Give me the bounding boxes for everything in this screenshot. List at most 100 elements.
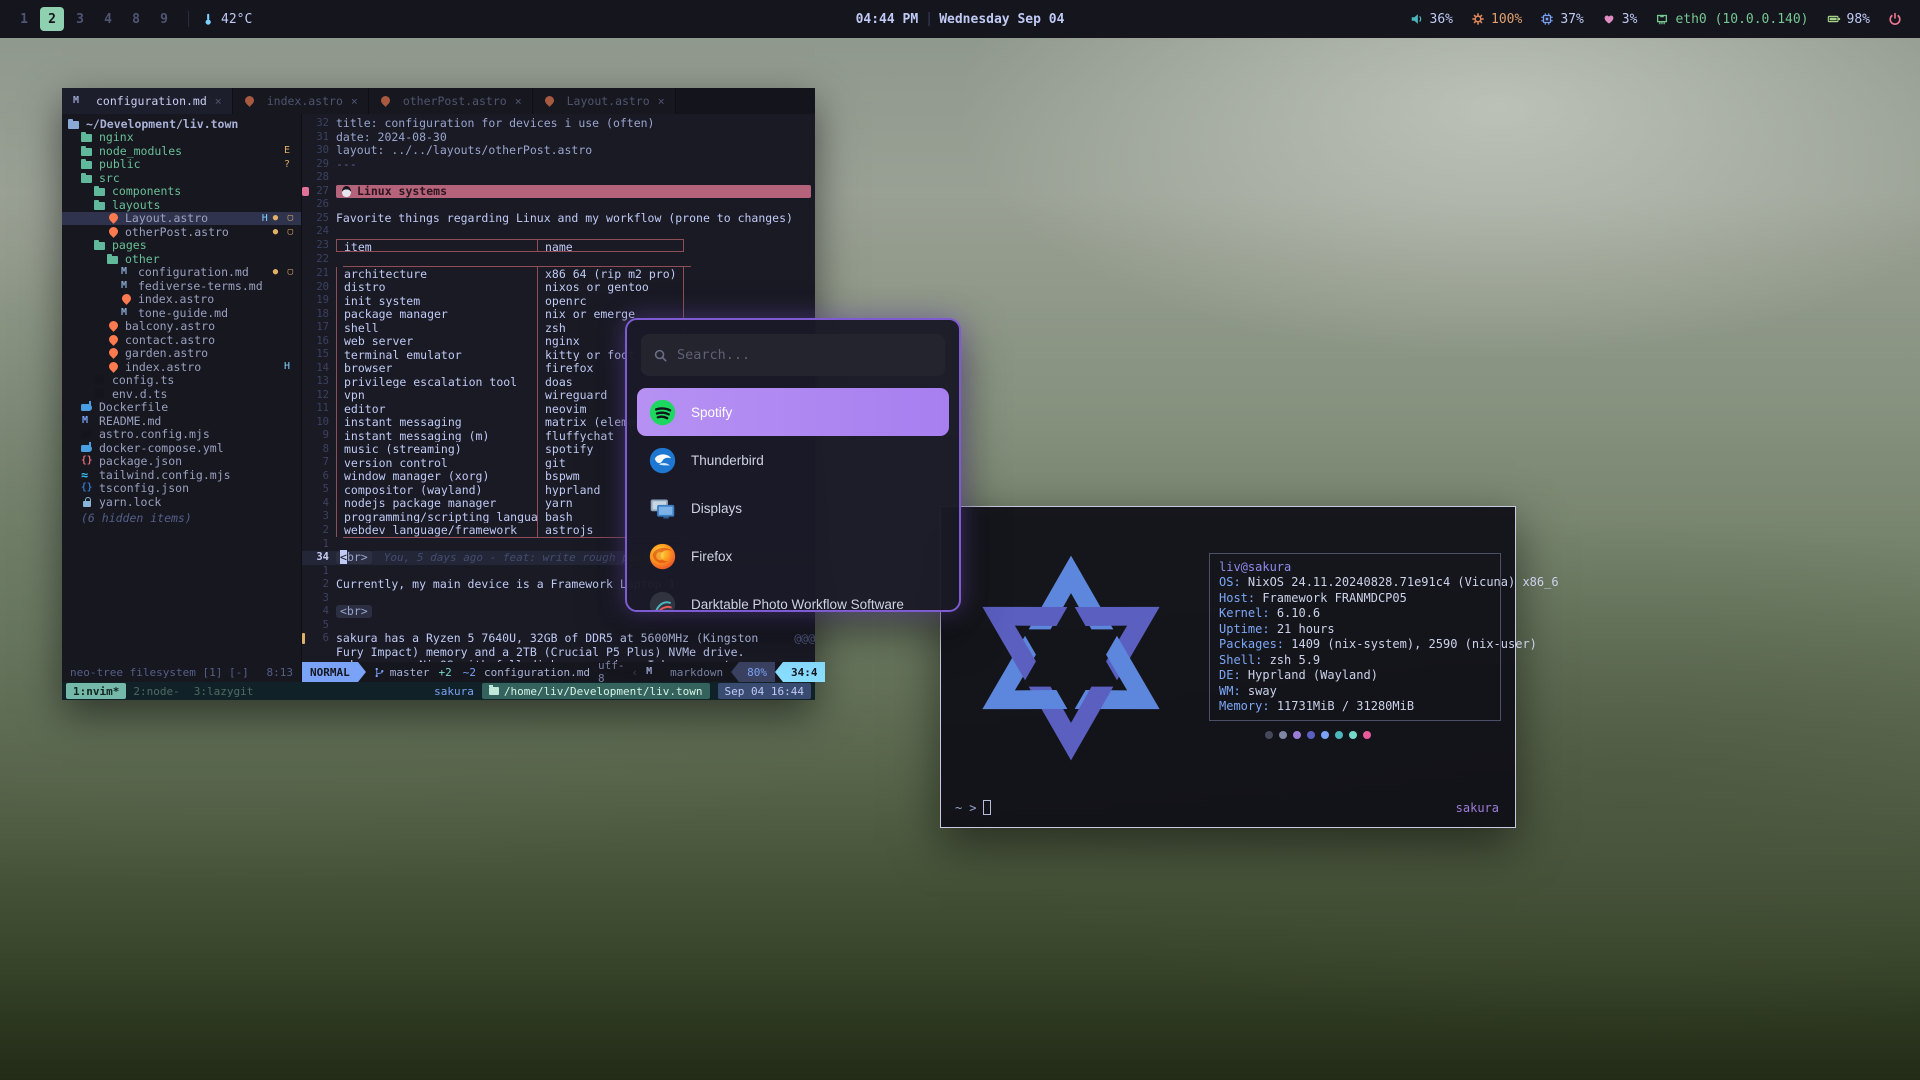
buffer-tab[interactable]: Layout.astro × [533, 88, 676, 114]
table-row: 19 init system openrc [302, 294, 815, 308]
tmux-window-tab[interactable]: 1:nvim* [66, 683, 126, 699]
tree-item[interactable]: docker-compose.yml [62, 441, 301, 455]
git-status-dots: ● ▢ [273, 213, 295, 223]
table-cell-item: webdev language/framework [337, 523, 537, 537]
bar-module[interactable]: eth0 (10.0.0.140) [1655, 12, 1808, 27]
tree-item[interactable]: public ? [62, 158, 301, 172]
launcher-item[interactable]: Darktable Photo Workflow Software [637, 580, 949, 612]
editor-line: 30 layout: ../../layouts/otherPost.astro [302, 144, 815, 158]
launcher-item[interactable]: Spotify [637, 388, 949, 436]
palette-dot [1349, 731, 1357, 739]
tree-item[interactable]: configuration.md ● ▢ [62, 266, 301, 280]
table-cell-item: window manager (xorg) [337, 469, 537, 483]
tree-item[interactable]: otherPost.astro ● ▢ [62, 225, 301, 239]
tree-item[interactable]: other [62, 252, 301, 266]
buffer-tab[interactable]: index.astro × [233, 88, 369, 114]
fetch-output: liv@sakura OSNixOS 24.11.20240828.71e91c… [1209, 553, 1501, 739]
tree-item[interactable]: astro.config.mjs [62, 428, 301, 442]
bar-module[interactable] [1888, 12, 1908, 26]
tree-item[interactable]: Layout.astro H ● ▢ [62, 212, 301, 226]
neotree-panel[interactable]: ~/Development/liv.town nginx node_module… [62, 114, 302, 662]
workspace-button[interactable]: 3 [68, 7, 92, 31]
git-added-count: +2 [439, 666, 452, 679]
tree-item[interactable]: contact.astro [62, 333, 301, 347]
tree-item[interactable]: index.astro [62, 293, 301, 307]
launcher-item[interactable]: Displays [637, 484, 949, 532]
table-cell-item: vpn [337, 388, 537, 402]
file-icon [94, 185, 107, 197]
tmux-path-segment: /home/liv/Development/liv.town [482, 683, 710, 699]
table-col-item: item [337, 240, 537, 252]
table-cell-item: music (streaming) [337, 442, 537, 456]
bar-module[interactable]: 98% [1827, 12, 1870, 27]
file-icon [107, 361, 120, 373]
table-cell-item: compositor (wayland) [337, 483, 537, 497]
buffer-tab[interactable]: configuration.md × [62, 88, 233, 114]
workspace-button[interactable]: 8 [124, 7, 148, 31]
bar-module[interactable]: 100% [1471, 12, 1522, 27]
tree-item[interactable]: README.md [62, 414, 301, 428]
git-branch-icon [374, 667, 385, 678]
tree-item[interactable]: package.json [62, 455, 301, 469]
tree-item[interactable]: yarn.lock [62, 495, 301, 509]
workspace-button[interactable]: 1 [12, 7, 36, 31]
thermometer-icon [201, 12, 215, 26]
launcher-item[interactable]: Thunderbird [637, 436, 949, 484]
tab-label: Layout.astro [567, 94, 650, 108]
tree-item[interactable]: components [62, 185, 301, 199]
table-cell-item: architecture [337, 267, 537, 281]
neotree-cursor-pos: 8:13 [267, 666, 294, 679]
tree-item[interactable]: Dockerfile [62, 401, 301, 415]
tree-item[interactable]: garden.astro [62, 347, 301, 361]
editor-line: 6 sakura has a Ryzen 5 7640U, 32GB of DD… [302, 632, 815, 662]
table-cell-item: terminal emulator [337, 348, 537, 362]
heading-sign-icon [302, 185, 310, 196]
launcher-item[interactable]: Firefox [637, 532, 949, 580]
file-icon [94, 388, 107, 400]
hidden-items-note: (6 hidden items) [62, 511, 301, 525]
tree-item[interactable]: balcony.astro [62, 320, 301, 334]
tree-item[interactable]: env.d.ts [62, 387, 301, 401]
file-icon [81, 442, 94, 454]
app-launcher[interactable]: Spotify Thunderbird Displays Fir [625, 318, 961, 612]
powerline-arrow [358, 662, 366, 682]
bar-module[interactable]: 36% [1410, 12, 1453, 27]
search-input[interactable] [677, 347, 933, 363]
tree-item[interactable]: index.astro H [62, 360, 301, 374]
fetch-info-line: Shellzsh 5.9 [1219, 653, 1491, 669]
module-icon [1888, 12, 1902, 26]
tree-item[interactable]: ~/Development/liv.town [62, 117, 301, 131]
buffer-tab[interactable]: otherPost.astro × [369, 88, 533, 114]
tmux-window-tab[interactable]: 2:node- [126, 683, 186, 699]
terminal-window[interactable]: liv@sakura OSNixOS 24.11.20240828.71e91c… [940, 506, 1516, 828]
table-row: 21 architecture x86_64 (rip m2 pro) [302, 267, 815, 281]
bar-module[interactable]: 3% [1602, 12, 1638, 27]
tree-item[interactable]: layouts [62, 198, 301, 212]
module-icon [1602, 12, 1616, 26]
tree-item[interactable]: node_modules E [62, 144, 301, 158]
close-icon[interactable]: × [351, 94, 358, 108]
tree-item[interactable]: config.ts [62, 374, 301, 388]
tree-item[interactable]: src [62, 171, 301, 185]
launcher-search[interactable] [641, 334, 945, 376]
bar-module[interactable]: 37% [1540, 12, 1583, 27]
close-icon[interactable]: × [515, 94, 522, 108]
bar-divider [188, 11, 189, 27]
tree-item[interactable]: tsconfig.json [62, 482, 301, 496]
tree-item[interactable]: tailwind.config.mjs [62, 468, 301, 482]
tree-item[interactable]: pages [62, 239, 301, 253]
tree-item[interactable]: tone-guide.md [62, 306, 301, 320]
table-col-name: name [537, 240, 683, 252]
tree-item[interactable]: nginx [62, 131, 301, 145]
tabbar-spacer [676, 88, 815, 114]
shell-prompt[interactable]: ~ > [955, 800, 991, 815]
workspace-button[interactable]: 9 [152, 7, 176, 31]
close-icon[interactable]: × [215, 94, 222, 108]
tree-item[interactable]: fediverse-terms.md [62, 279, 301, 293]
workspace-button[interactable]: 2 [40, 7, 64, 31]
tmux-window-tab[interactable]: 3:lazygit [187, 683, 261, 699]
workspace-button[interactable]: 4 [96, 7, 120, 31]
heading-text: Linux systems [357, 185, 447, 199]
close-icon[interactable]: × [658, 94, 665, 108]
filetype-icon [243, 95, 256, 107]
